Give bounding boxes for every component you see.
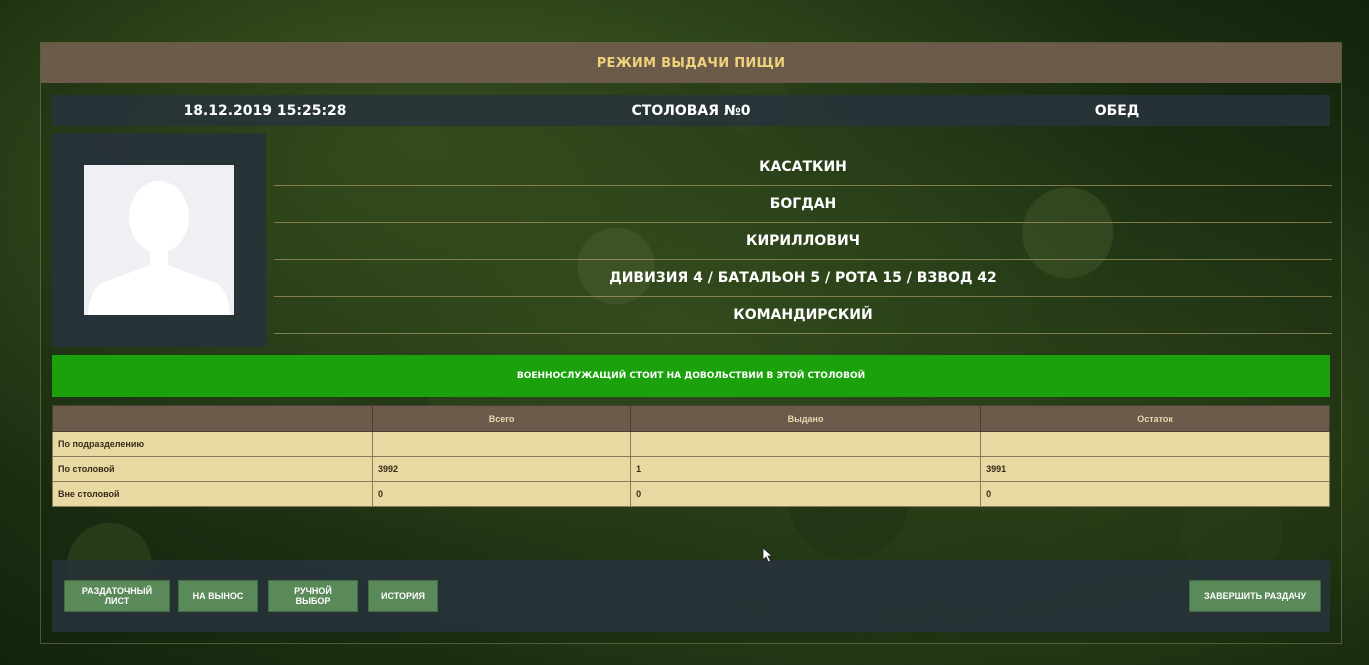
manual-select-label-line1: РУЧНОЙ [294, 586, 332, 596]
table-row: По столовой 3992 1 3991 [52, 456, 1330, 482]
finish-distribution-label: ЗАВЕРШИТЬ РАЗДАЧУ [1203, 591, 1307, 601]
table-cell: По подразделению [52, 431, 373, 457]
handout-sheet-button[interactable]: РАЗДАТОЧНЫЙ ЛИСТ [64, 580, 170, 612]
table-cell [980, 431, 1330, 457]
user-silhouette-icon [84, 165, 234, 315]
table-row: Вне столовой 0 0 0 [52, 481, 1330, 507]
mouse-pointer-icon [762, 547, 774, 563]
canteen-label: СТОЛОВАЯ №0 [631, 102, 751, 119]
page-title: РЕЖИМ ВЫДАЧИ ПИЩИ [41, 43, 1341, 83]
manual-select-button[interactable]: РУЧНОЙ ВЫБОР [268, 580, 358, 612]
ration-value: КОМАНДИРСКИЙ [733, 307, 873, 323]
table-header-cell [52, 405, 373, 432]
datetime-label: 18.12.2019 15:25:28 [183, 102, 347, 119]
table-header-cell: Всего [371, 405, 632, 432]
status-banner: ВОЕННОСЛУЖАЩИЙ СТОИТ НА ДОВОЛЬСТВИИ В ЭТ… [52, 355, 1330, 397]
page-title-text: РЕЖИМ ВЫДАЧИ ПИЩИ [596, 55, 786, 71]
photo-frame [52, 133, 266, 347]
status-message: ВОЕННОСЛУЖАЩИЙ СТОИТ НА ДОВОЛЬСТВИИ В ЭТ… [516, 371, 866, 381]
table-cell: 3992 [371, 456, 632, 482]
manual-select-label-line2: ВЫБОР [295, 596, 331, 606]
patronymic-value: КИРИЛЛОВИЧ [746, 233, 860, 249]
unit-value: ДИВИЗИЯ 4 / БАТАЛЬОН 5 / РОТА 15 / ВЗВОД… [609, 270, 997, 286]
handout-sheet-label-line2: ЛИСТ [104, 596, 130, 606]
food-issue-panel: РЕЖИМ ВЫДАЧИ ПИЩИ 18.12.2019 15:25:28 СТ… [40, 42, 1342, 644]
unit-field: ДИВИЗИЯ 4 / БАТАЛЬОН 5 / РОТА 15 / ВЗВОД… [274, 260, 1332, 297]
last-name-field: КАСАТКИН [274, 149, 1332, 186]
takeaway-label: НА ВЫНОС [192, 591, 244, 601]
takeaway-button[interactable]: НА ВЫНОС [178, 580, 258, 612]
history-button[interactable]: ИСТОРИЯ [368, 580, 438, 612]
table-header-cell: Остаток [980, 405, 1330, 432]
manual-select-label: РУЧНОЙ ВЫБОР [294, 586, 332, 606]
table-cell: По столовой [52, 456, 373, 482]
table-cell: 1 [630, 456, 982, 482]
table-header-cell: Выдано [630, 405, 982, 432]
patronymic-field: КИРИЛЛОВИЧ [274, 223, 1332, 260]
table-cell: 3991 [980, 456, 1330, 482]
action-toolbar: РАЗДАТОЧНЫЙ ЛИСТ НА ВЫНОС РУЧНОЙ ВЫБОР И… [52, 560, 1330, 632]
first-name-field: БОГДАН [274, 186, 1332, 223]
table-row: По подразделению [52, 431, 1330, 457]
table-cell [371, 431, 632, 457]
table-cell: 0 [980, 481, 1330, 507]
handout-sheet-label-line1: РАЗДАТОЧНЫЙ [81, 586, 153, 596]
ration-field: КОМАНДИРСКИЙ [274, 297, 1332, 334]
stats-table: Всего Выдано Остаток По подразделению По… [52, 405, 1330, 507]
table-cell: 0 [630, 481, 982, 507]
first-name-value: БОГДАН [769, 196, 837, 212]
last-name-value: КАСАТКИН [759, 159, 847, 175]
table-cell: Вне столовой [52, 481, 373, 507]
history-label: ИСТОРИЯ [381, 591, 425, 601]
finish-distribution-button[interactable]: ЗАВЕРШИТЬ РАЗДАЧУ [1189, 580, 1321, 612]
table-cell [630, 431, 982, 457]
table-cell: 0 [371, 481, 632, 507]
session-info-bar: 18.12.2019 15:25:28 СТОЛОВАЯ №0 ОБЕД [52, 95, 1330, 126]
meal-label: ОБЕД [1094, 102, 1140, 119]
table-header-row: Всего Выдано Остаток [52, 405, 1330, 432]
person-details: КАСАТКИН БОГДАН КИРИЛЛОВИЧ ДИВИЗИЯ 4 / Б… [274, 149, 1332, 334]
handout-sheet-label: РАЗДАТОЧНЫЙ ЛИСТ [82, 586, 152, 606]
